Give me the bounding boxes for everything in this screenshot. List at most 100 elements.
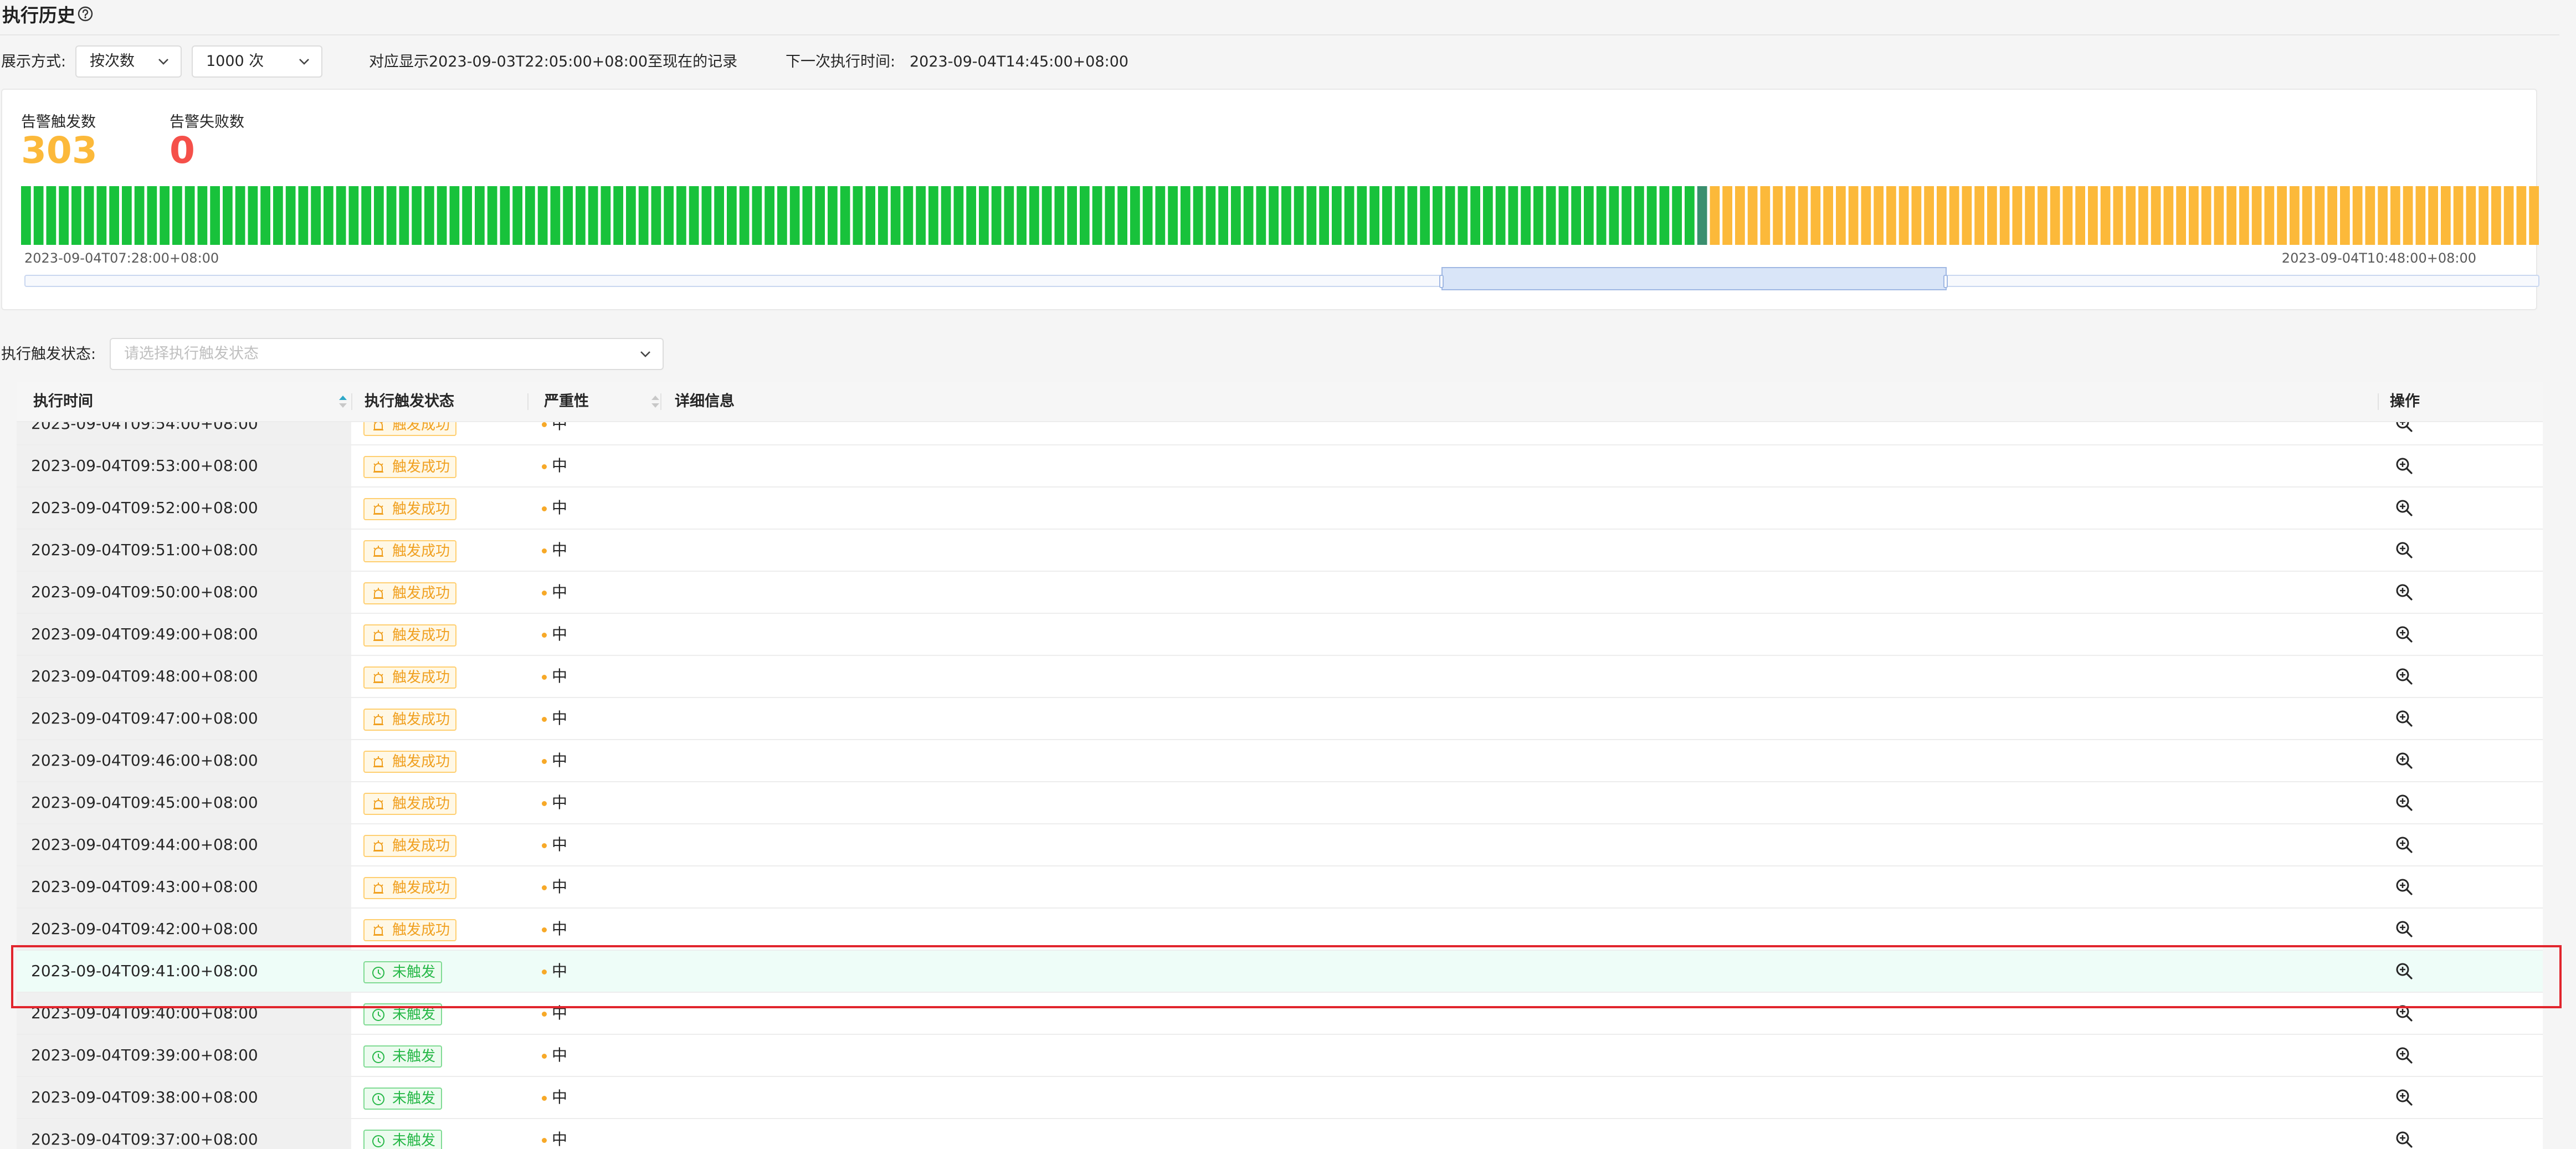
- execution-bar[interactable]: [941, 186, 951, 245]
- execution-bar[interactable]: [2503, 186, 2514, 245]
- execution-bar[interactable]: [928, 186, 938, 245]
- execution-bar[interactable]: [1773, 186, 1783, 245]
- zoom-in-icon[interactable]: [2394, 1003, 2414, 1023]
- table-row[interactable]: 2023-09-04T09:38:00+08:00 未触发 中: [17, 1077, 2543, 1119]
- execution-bar[interactable]: [2378, 186, 2388, 245]
- execution-bar[interactable]: [134, 186, 145, 245]
- execution-bar[interactable]: [916, 186, 926, 245]
- execution-bar[interactable]: [248, 186, 258, 245]
- execution-bar[interactable]: [223, 186, 233, 245]
- execution-bar[interactable]: [336, 186, 346, 245]
- execution-bar[interactable]: [2529, 186, 2539, 245]
- execution-bar[interactable]: [764, 186, 774, 245]
- execution-bar[interactable]: [2038, 186, 2048, 245]
- execution-bar[interactable]: [487, 186, 497, 245]
- execution-bar[interactable]: [701, 186, 712, 245]
- col-severity[interactable]: 严重性: [544, 382, 671, 421]
- execution-bar[interactable]: [1735, 186, 1745, 245]
- execution-bar[interactable]: [475, 186, 485, 245]
- execution-bar[interactable]: [449, 186, 460, 245]
- execution-bar[interactable]: [2062, 186, 2073, 245]
- table-row[interactable]: 2023-09-04T09:44:00+08:00 触发成功 中: [17, 824, 2543, 866]
- zoom-in-icon[interactable]: [2394, 422, 2414, 434]
- zoom-in-icon[interactable]: [2394, 456, 2414, 476]
- execution-bar[interactable]: [311, 186, 321, 245]
- execution-bar[interactable]: [1458, 186, 1468, 245]
- execution-bar[interactable]: [2365, 186, 2375, 245]
- execution-bar[interactable]: [2075, 186, 2085, 245]
- execution-bar[interactable]: [777, 186, 787, 245]
- execution-bar[interactable]: [1710, 186, 1720, 245]
- execution-bar-selected[interactable]: [1697, 186, 1707, 245]
- zoom-in-icon[interactable]: [2394, 1088, 2414, 1107]
- execution-bar[interactable]: [2189, 186, 2199, 245]
- table-row[interactable]: 2023-09-04T09:39:00+08:00 未触发 中: [17, 1035, 2543, 1077]
- zoom-in-icon[interactable]: [2394, 961, 2414, 981]
- execution-bar[interactable]: [727, 186, 737, 245]
- execution-bar[interactable]: [1004, 186, 1014, 245]
- execution-bar[interactable]: [2025, 186, 2035, 245]
- execution-bar[interactable]: [1874, 186, 1884, 245]
- execution-bar[interactable]: [1521, 186, 1531, 245]
- execution-bar[interactable]: [1193, 186, 1203, 245]
- execution-bar[interactable]: [1571, 186, 1581, 245]
- execution-bar[interactable]: [2466, 186, 2476, 245]
- zoom-in-icon[interactable]: [2394, 498, 2414, 518]
- table-row[interactable]: 2023-09-04T09:47:00+08:00 触发成功 中: [17, 698, 2543, 740]
- range-handle-left[interactable]: [1439, 275, 1444, 288]
- execution-bar[interactable]: [324, 186, 333, 245]
- execution-bar[interactable]: [71, 186, 81, 245]
- zoom-in-icon[interactable]: [2394, 877, 2414, 897]
- execution-bar[interactable]: [184, 186, 195, 245]
- execution-bar[interactable]: [512, 186, 522, 245]
- execution-bar[interactable]: [1533, 186, 1543, 245]
- execution-bar[interactable]: [500, 186, 510, 245]
- execution-bar[interactable]: [1810, 186, 1821, 245]
- table-row[interactable]: 2023-09-04T09:40:00+08:00 未触发 中: [17, 993, 2543, 1035]
- execution-bar[interactable]: [84, 186, 94, 245]
- execution-bar[interactable]: [1495, 186, 1506, 245]
- execution-bar[interactable]: [59, 186, 69, 245]
- execution-bar[interactable]: [1256, 186, 1266, 245]
- execution-bar[interactable]: [109, 186, 119, 245]
- execution-bar[interactable]: [2390, 186, 2400, 245]
- execution-bar[interactable]: [2113, 186, 2123, 245]
- execution-bar[interactable]: [890, 186, 901, 245]
- execution-bar[interactable]: [1105, 186, 1115, 245]
- execution-bar[interactable]: [853, 186, 863, 245]
- execution-bar[interactable]: [210, 186, 220, 245]
- zoom-in-icon[interactable]: [2394, 1045, 2414, 1065]
- zoom-in-icon[interactable]: [2394, 582, 2414, 602]
- execution-bar[interactable]: [840, 186, 850, 245]
- execution-bar[interactable]: [1798, 186, 1808, 245]
- execution-bar[interactable]: [1911, 186, 1922, 245]
- execution-bar[interactable]: [1433, 186, 1443, 245]
- execution-bar[interactable]: [2327, 186, 2337, 245]
- execution-bar[interactable]: [2352, 186, 2363, 245]
- execution-bar[interactable]: [1243, 186, 1254, 245]
- execution-bar[interactable]: [550, 186, 561, 245]
- execution-bar[interactable]: [1017, 186, 1027, 245]
- execution-bar[interactable]: [2050, 186, 2060, 245]
- col-time[interactable]: 执行时间: [33, 382, 347, 421]
- execution-bar[interactable]: [1546, 186, 1556, 245]
- execution-bar[interactable]: [789, 186, 800, 245]
- execution-bar[interactable]: [525, 186, 535, 245]
- execution-bar[interactable]: [1596, 186, 1607, 245]
- execution-bar[interactable]: [1937, 186, 1947, 245]
- execution-bar[interactable]: [601, 186, 611, 245]
- execution-bar[interactable]: [424, 186, 434, 245]
- execution-bar[interactable]: [1609, 186, 1619, 245]
- display-mode-select[interactable]: 按次数: [75, 45, 182, 78]
- execution-bar[interactable]: [1672, 186, 1682, 245]
- execution-bar[interactable]: [348, 186, 359, 245]
- execution-bar[interactable]: [1080, 186, 1090, 245]
- execution-bar[interactable]: [2428, 186, 2438, 245]
- execution-bar[interactable]: [1722, 186, 1732, 245]
- execution-bar[interactable]: [1974, 186, 1984, 245]
- execution-bar[interactable]: [386, 186, 397, 245]
- table-row[interactable]: 2023-09-04T09:46:00+08:00 触发成功 中: [17, 740, 2543, 782]
- execution-bar[interactable]: [1218, 186, 1228, 245]
- zoom-in-icon[interactable]: [2394, 751, 2414, 771]
- execution-bar[interactable]: [1029, 186, 1039, 245]
